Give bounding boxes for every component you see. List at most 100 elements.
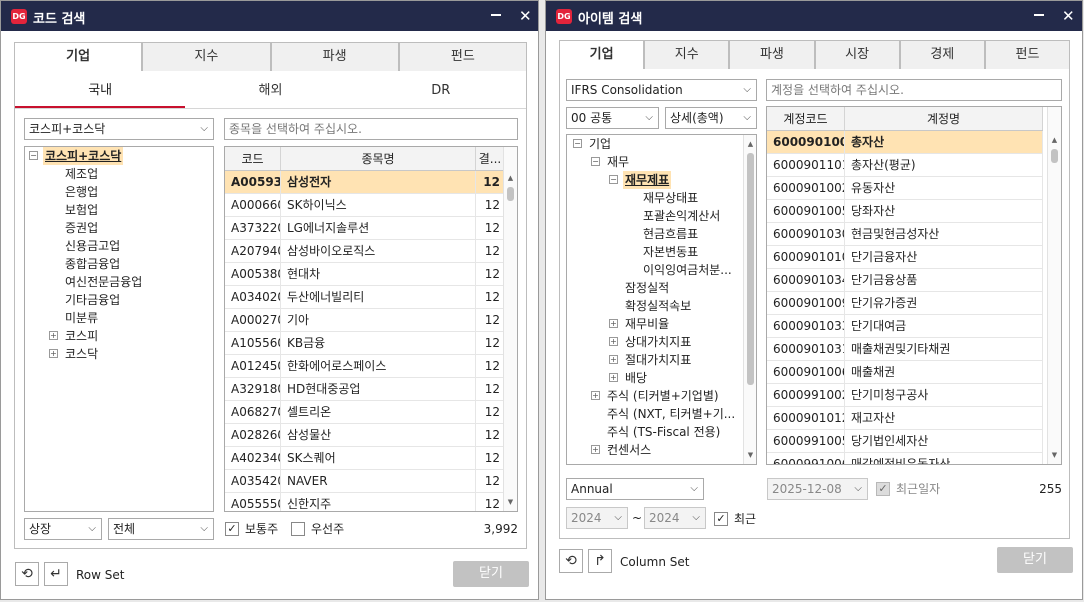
common-select[interactable]: 00 공통 ⌵: [566, 107, 659, 129]
table-row[interactable]: A005380 현대차 12: [225, 263, 505, 286]
tab-company[interactable]: 기업: [559, 40, 645, 70]
market-select[interactable]: 코스피+코스닥 ⌵: [24, 118, 214, 140]
column-set-icon[interactable]: ↱: [588, 549, 612, 573]
tree-item[interactable]: + 컨센서스: [567, 441, 756, 459]
expand-icon[interactable]: +: [609, 355, 618, 364]
tab-index[interactable]: 지수: [644, 40, 730, 70]
tree-item[interactable]: + 배당: [567, 369, 756, 387]
expand-icon[interactable]: +: [591, 391, 600, 400]
tab-fund[interactable]: 펀드: [398, 42, 527, 72]
refresh-icon[interactable]: ⟲: [559, 549, 583, 573]
table-row[interactable]: 6000901010 단기금융자산: [767, 246, 1043, 269]
scroll-up-icon[interactable]: ▲: [504, 171, 517, 185]
title-bar[interactable]: DG 아이템 검색 ✕: [546, 1, 1082, 31]
date-picker[interactable]: 2025-12-08 ⌵: [767, 478, 868, 500]
tree-item[interactable]: − 기업: [567, 135, 756, 153]
subtab-domestic[interactable]: 국내: [15, 73, 186, 108]
tree-item[interactable]: + 상대가치지표: [567, 333, 756, 351]
table-row[interactable]: A105560 KB금융 12: [225, 332, 505, 355]
expand-icon[interactable]: +: [609, 373, 618, 382]
table-row[interactable]: A034020 두산에너빌리티 12: [225, 286, 505, 309]
tree-scrollbar[interactable]: ▲ ▼: [743, 135, 756, 464]
tab-fund[interactable]: 펀드: [984, 40, 1071, 70]
tree-item[interactable]: + 재무비율: [567, 315, 756, 333]
tab-derivative[interactable]: 파생: [729, 40, 815, 70]
table-row[interactable]: A000660 SK하이닉스 12: [225, 194, 505, 217]
title-bar[interactable]: DG 코드 검색 ✕: [1, 1, 538, 31]
table-row[interactable]: 6000901012 재고자산: [767, 407, 1043, 430]
year-to-select[interactable]: 2024 ⌵: [644, 507, 706, 529]
tree-item[interactable]: 잠정실적: [567, 279, 756, 297]
subtab-overseas[interactable]: 해외: [185, 73, 355, 108]
collapse-icon[interactable]: −: [591, 157, 600, 166]
period-select[interactable]: Annual ⌵: [566, 478, 704, 500]
preferred-stock-checkbox[interactable]: [291, 522, 305, 536]
col-code-header[interactable]: 코드: [225, 147, 281, 170]
tree-item[interactable]: + 절대가치지표: [567, 351, 756, 369]
minimize-icon[interactable]: [491, 14, 501, 16]
all-filter-select[interactable]: 전체 ⌵: [108, 518, 214, 540]
scroll-down-icon[interactable]: ▼: [504, 495, 517, 509]
tree-item[interactable]: 기타금융업: [25, 291, 213, 309]
col-account-name-header[interactable]: 계정명: [845, 107, 1043, 130]
tree-item[interactable]: 이익잉여금처분...: [567, 261, 756, 279]
listing-status-select[interactable]: 상장 ⌵: [24, 518, 102, 540]
tree-item[interactable]: 보험업: [25, 201, 213, 219]
close-button[interactable]: 닫기: [453, 561, 529, 587]
tree-item[interactable]: 여신전문금융업: [25, 273, 213, 291]
tab-market[interactable]: 시장: [814, 40, 900, 70]
tree-item[interactable]: 종합금융업: [25, 255, 213, 273]
tree-item[interactable]: 미분류: [25, 309, 213, 327]
col-name-header[interactable]: 종목명: [281, 147, 476, 170]
detail-select[interactable]: 상세(총액) ⌵: [665, 107, 757, 129]
tree-item[interactable]: 포괄손익계산서: [567, 207, 756, 225]
tree-item[interactable]: 자본변동표: [567, 243, 756, 261]
scroll-up-icon[interactable]: ▲: [744, 137, 756, 151]
table-row[interactable]: 6000901030 현금및현금성자산: [767, 223, 1043, 246]
refresh-icon[interactable]: ⟲: [15, 562, 39, 586]
subtab-dr[interactable]: DR: [356, 73, 526, 108]
table-row[interactable]: 6000991002 단기미청구공사: [767, 384, 1043, 407]
table-row[interactable]: 6000901031 매출채권및기타채권: [767, 338, 1043, 361]
grid-scrollbar[interactable]: ▲ ▼: [1047, 107, 1061, 464]
expand-icon[interactable]: +: [609, 319, 618, 328]
consolidation-select[interactable]: IFRS Consolidation ⌵: [566, 79, 757, 101]
table-row[interactable]: A005930삼성전자12: [225, 171, 505, 194]
scroll-down-icon[interactable]: ▼: [1048, 448, 1061, 462]
table-row[interactable]: A373220 LG에너지솔루션 12: [225, 217, 505, 240]
collapse-icon[interactable]: −: [609, 175, 618, 184]
tree-item[interactable]: − 코스피+코스닥: [25, 147, 213, 165]
col-account-code-header[interactable]: 계정코드: [767, 107, 845, 130]
tree-item[interactable]: 주식 (NXT, 티커별+기...: [567, 405, 756, 423]
scroll-thumb[interactable]: [1051, 149, 1058, 163]
tab-economy[interactable]: 경제: [899, 40, 985, 70]
table-row[interactable]: A068270 셀트리온 12: [225, 401, 505, 424]
close-icon[interactable]: ✕: [1062, 7, 1075, 25]
tree-item[interactable]: 현금흐름표: [567, 225, 756, 243]
table-row[interactable]: A035420 NAVER 12: [225, 470, 505, 493]
tab-derivative[interactable]: 파생: [270, 42, 399, 72]
account-search-input[interactable]: 계정을 선택하여 주십시오.: [766, 79, 1062, 101]
table-row[interactable]: 6000901009 단기유가증권: [767, 292, 1043, 315]
table-row[interactable]: 6000991005 당기법인세자산: [767, 430, 1043, 453]
tree-item[interactable]: − 재무: [567, 153, 756, 171]
table-row[interactable]: 6000901002 유동자산: [767, 177, 1043, 200]
tree-item[interactable]: 재무상태표: [567, 189, 756, 207]
tab-index[interactable]: 지수: [142, 42, 271, 72]
table-row[interactable]: 6000901001총자산: [767, 131, 1043, 154]
scroll-thumb[interactable]: [747, 153, 754, 385]
table-row[interactable]: 6000991006 매각예정비유동자산: [767, 453, 1043, 464]
tree-item[interactable]: − 재무제표: [567, 171, 756, 189]
table-row[interactable]: A207940 삼성바이오로직스 12: [225, 240, 505, 263]
table-row[interactable]: A329180 HD현대중공업 12: [225, 378, 505, 401]
year-from-select[interactable]: 2024 ⌵: [566, 507, 628, 529]
expand-icon[interactable]: +: [609, 337, 618, 346]
tree-item[interactable]: 주식 (TS-Fiscal 전용): [567, 423, 756, 441]
tree-item[interactable]: + 주식 (티커별+기업별): [567, 387, 756, 405]
minimize-icon[interactable]: [1034, 14, 1044, 16]
tree-item[interactable]: 증권업: [25, 219, 213, 237]
table-row[interactable]: A055550 신한지주 12: [225, 493, 505, 511]
table-row[interactable]: 6000901101 총자산(평균): [767, 154, 1043, 177]
collapse-icon[interactable]: −: [573, 139, 582, 148]
table-row[interactable]: A000270 기아 12: [225, 309, 505, 332]
